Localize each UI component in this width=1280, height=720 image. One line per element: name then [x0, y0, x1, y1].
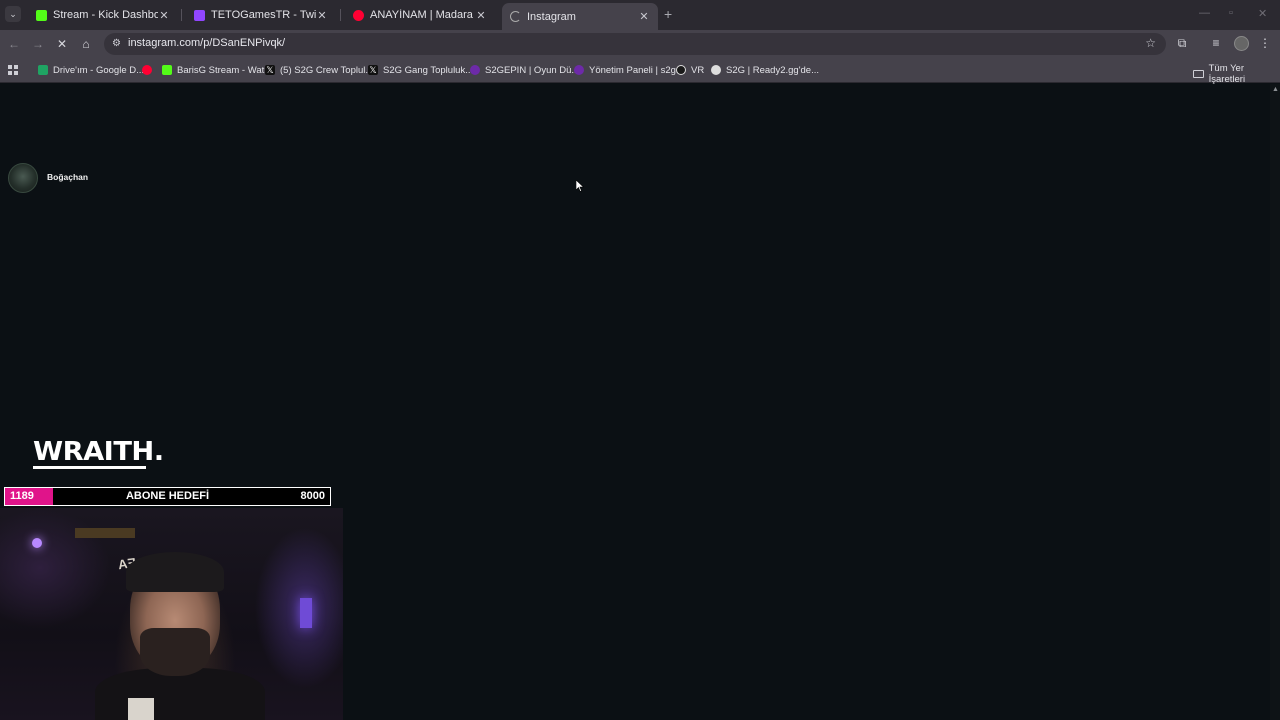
tab-title: ANAYİNAM | Madara Olduk #6 [370, 9, 475, 21]
sponsor-logo: WRAITH. [33, 437, 164, 467]
tab-title: Instagram [527, 10, 576, 23]
tab-divider [340, 9, 341, 21]
bookmark-drive[interactable]: Drive'ım - Google D... [38, 63, 144, 77]
x-logo-icon: 𝕏 [265, 65, 275, 75]
tab-title: TETOGamesTR - Twitch [211, 9, 316, 21]
s2g-icon [470, 65, 480, 75]
close-icon[interactable]: ✕ [638, 10, 650, 23]
address-bar[interactable]: ⚙ instagram.com/p/DSanENPivqk/ ☆ [104, 33, 1166, 55]
stop-loading-icon[interactable]: ✕ [54, 36, 70, 52]
sponsor-logo-underline [33, 466, 146, 469]
tab-twitch[interactable]: TETOGamesTR - Twitch ✕ [186, 3, 336, 27]
bookmark-yonetim[interactable]: Yönetim Paneli | s2g... [574, 63, 684, 77]
bookmark-label: BarisG Stream - Wat... [177, 64, 273, 76]
back-icon[interactable]: ← [6, 36, 22, 52]
bookmark-label: Yönetim Paneli | s2g... [589, 64, 684, 76]
close-icon[interactable]: ✕ [158, 9, 170, 22]
tab-search-icon[interactable]: ⌄ [5, 6, 21, 22]
bookmark-s2gepin[interactable]: S2GEPIN | Oyun Dü... [470, 63, 579, 77]
media-controls-icon[interactable]: ≡ [1208, 36, 1224, 50]
bookmark-label: Drive'ım - Google D... [53, 64, 145, 76]
streamer-beard [140, 628, 210, 676]
window-close-icon[interactable]: ✕ [1258, 7, 1267, 20]
s2g-icon [574, 65, 584, 75]
browser-toolbar: ← → ✕ ⌂ ⚙ instagram.com/p/DSanENPivqk/ ☆… [0, 30, 1280, 58]
all-bookmarks-folder[interactable]: Tüm Yer İşaretleri [1193, 63, 1280, 85]
youtube-favicon-icon [353, 9, 364, 21]
bookmark-vr[interactable]: VR [676, 63, 704, 77]
twitch-favicon-icon [194, 9, 205, 21]
site-info-icon[interactable]: ⚙ [112, 37, 124, 51]
bookmark-barisg[interactable]: BarisG Stream - Wat... [162, 63, 272, 77]
screen: ⌄ Stream - Kick Dashboard ✕ TETOGamesTR … [0, 0, 1280, 720]
close-icon[interactable]: ✕ [316, 9, 328, 22]
streamer-hair [126, 552, 224, 592]
page-scrollbar[interactable] [1270, 84, 1280, 720]
google-drive-icon [38, 65, 48, 75]
tab-title: Stream - Kick Dashboard [53, 9, 158, 21]
bookmark-label: S2G Gang Topluluk... [383, 64, 474, 76]
webcam-corner-logo-icon [128, 698, 154, 720]
avatar[interactable] [8, 163, 38, 193]
globe-icon [711, 65, 721, 75]
vr-icon [676, 65, 686, 75]
kick-favicon-icon [36, 9, 47, 21]
tab-divider [181, 9, 182, 21]
subscriber-goal-bar: 1189 ABONE HEDEFİ 8000 [4, 487, 331, 506]
bookmark-s2g-crew[interactable]: 𝕏 (5) S2G Crew Toplul... [265, 63, 373, 77]
folder-label: Tüm Yer İşaretleri [1208, 63, 1246, 85]
bookmark-star-icon[interactable]: ☆ [1145, 36, 1156, 50]
minimize-icon[interactable]: — [1199, 7, 1210, 19]
bookmark-label: (5) S2G Crew Toplul... [280, 64, 374, 76]
close-icon[interactable]: ✕ [475, 9, 487, 22]
scroll-up-icon[interactable]: ▲ [1272, 86, 1279, 93]
url-text[interactable]: instagram.com/p/DSanENPivqk/ [128, 37, 285, 49]
new-tab-icon[interactable]: + [664, 6, 672, 22]
webcam-background-shelf [75, 528, 135, 538]
apps-grid-icon[interactable] [8, 65, 18, 75]
extensions-icon[interactable]: ⧉ [1174, 36, 1190, 51]
maximize-icon[interactable]: ▫ [1229, 7, 1233, 19]
forward-icon[interactable]: → [30, 36, 46, 52]
streamer-webcam: AƎ [0, 508, 343, 720]
bookmark-label: S2G | Ready2.gg'de... [726, 64, 820, 76]
post-author-username[interactable]: Boğaçhan [47, 172, 88, 182]
menu-icon[interactable]: ⋮ [1257, 36, 1273, 50]
home-icon[interactable]: ⌂ [78, 36, 94, 52]
loading-spinner-icon [510, 11, 521, 22]
bookmark-youtube[interactable] [142, 63, 157, 77]
goal-label: ABONE HEDEFİ [125, 490, 210, 502]
tab-strip: ⌄ Stream - Kick Dashboard ✕ TETOGamesTR … [0, 0, 1280, 30]
tab-youtube[interactable]: ANAYİNAM | Madara Olduk #6 ✕ [345, 3, 495, 27]
bookmark-label: S2GEPIN | Oyun Dü... [485, 64, 580, 76]
tab-instagram[interactable]: Instagram ✕ [502, 3, 658, 30]
x-logo-icon: 𝕏 [368, 65, 378, 75]
kick-icon [162, 65, 172, 75]
folder-icon [1193, 70, 1204, 78]
bookmark-ready2gg[interactable]: S2G | Ready2.gg'de... [711, 63, 819, 77]
goal-target-value: 8000 [300, 490, 325, 502]
webcam-background-light [32, 538, 42, 548]
bookmark-s2g-gang[interactable]: 𝕏 S2G Gang Topluluk... [368, 63, 473, 77]
mouse-cursor-icon [576, 180, 584, 192]
webcam-background-light [300, 598, 312, 628]
youtube-icon [142, 65, 152, 75]
bookmarks-bar: Drive'ım - Google D... BarisG Stream - W… [0, 58, 1280, 85]
profile-avatar-icon[interactable] [1234, 36, 1249, 51]
bookmark-label: VR [691, 64, 705, 76]
tab-kick-dashboard[interactable]: Stream - Kick Dashboard ✕ [28, 3, 178, 27]
